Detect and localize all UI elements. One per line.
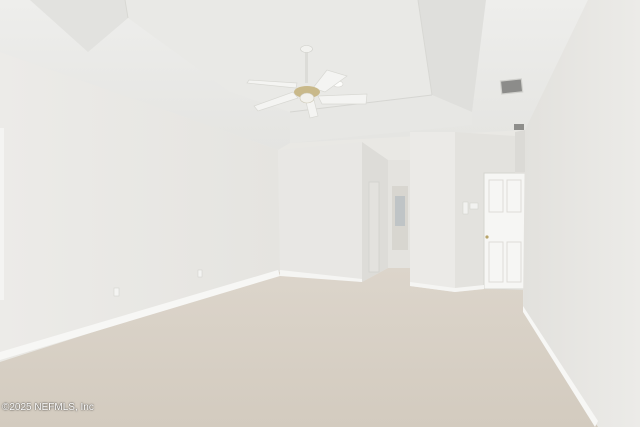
room-illustration [0,0,640,427]
door-knob [485,235,489,239]
closet-door [368,181,380,273]
small-vent [514,124,524,130]
soffit [515,130,525,172]
window-edge [0,128,4,300]
bedroom-door [483,172,526,290]
air-vent [499,78,524,95]
wall-outlet [113,287,120,297]
thermostat [469,202,479,210]
light-switch [462,201,469,215]
empty-bedroom-photo: ©2025 NEFMLS, Inc [0,0,640,427]
center-wall [410,132,455,292]
back-wall [278,142,362,282]
bathroom-light [395,196,405,226]
wall-outlet [197,269,203,278]
copyright-watermark: ©2025 NEFMLS, Inc [2,402,94,413]
